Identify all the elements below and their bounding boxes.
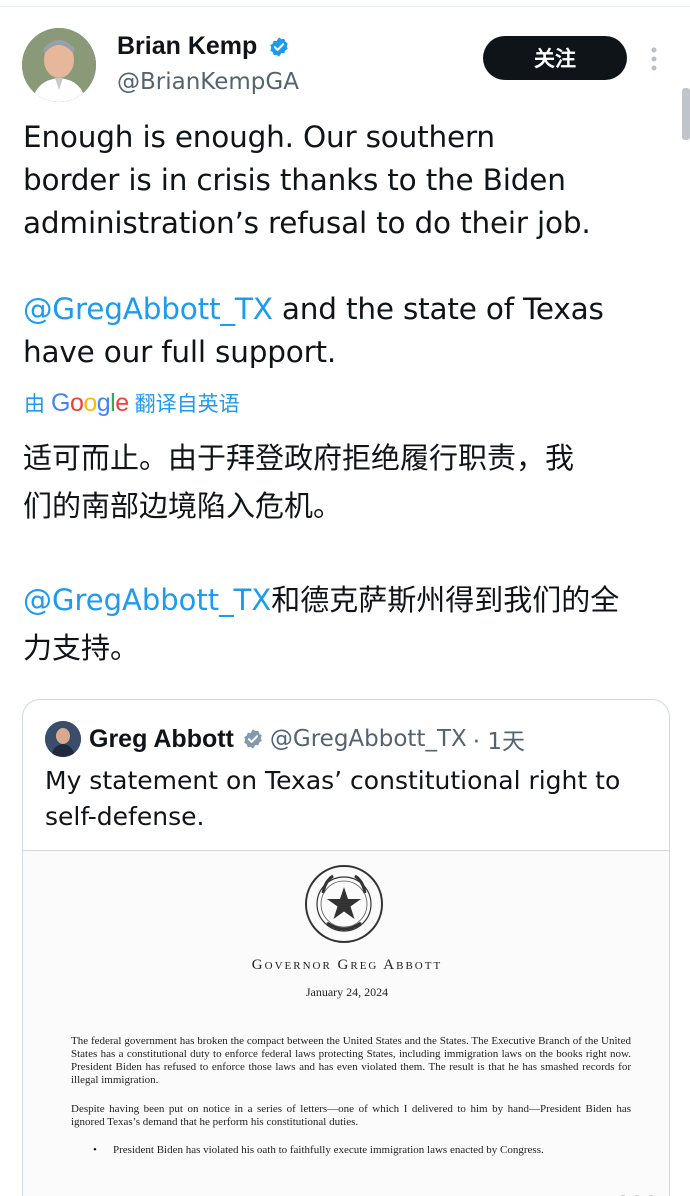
follow-button[interactable]: 关注 bbox=[483, 36, 627, 80]
tweet-line: have our full support. bbox=[23, 335, 337, 369]
document-date: January 24, 2024 bbox=[305, 985, 389, 999]
quoted-tweet-header: Greg Abbott @GregAbbott_TX · 1天 bbox=[45, 720, 525, 758]
translated-line: @GregAbbott_TX和德克萨斯州得到我们的全 bbox=[23, 576, 669, 624]
state-seal-icon bbox=[305, 865, 383, 943]
translated-line: 们的南部边境陷入危机。 bbox=[23, 489, 343, 523]
translation-attribution[interactable]: 由 Google 翻译自英语 bbox=[24, 388, 240, 418]
tweet-header: Brian Kemp @BrianKempGA 关注 bbox=[22, 28, 668, 102]
google-logo: Google bbox=[51, 388, 129, 417]
author-avatar[interactable] bbox=[22, 28, 96, 102]
translated-text: 适可而止。由于拜登政府拒绝履行职责，我 们的南部边境陷入危机。 @GregAbb… bbox=[23, 434, 669, 672]
document-bullet-text: President Biden has violated his oath to… bbox=[113, 1144, 544, 1156]
tweet-line: administration’s refusal to do their job… bbox=[23, 206, 591, 240]
translation-suffix: 翻译自英语 bbox=[134, 392, 240, 416]
tweet-line: border is in crisis thanks to the Biden bbox=[23, 163, 566, 197]
scrollbar-thumb[interactable] bbox=[682, 88, 690, 140]
attached-document-image[interactable]: Governor Greg Abbott January 24, 2024 Th… bbox=[23, 850, 669, 1196]
translated-line-rest: 和德克萨斯州得到我们的全 bbox=[271, 583, 620, 617]
quoted-author-avatar[interactable] bbox=[45, 721, 81, 757]
document-title: Governor Greg Abbott bbox=[251, 957, 443, 973]
top-divider bbox=[0, 6, 690, 7]
author-display-name[interactable]: Brian Kemp bbox=[117, 32, 257, 61]
page-dots bbox=[620, 1186, 680, 1196]
document-paragraph: Despite having been put on notice in a s… bbox=[71, 1103, 631, 1128]
tweet-line: Enough is enough. Our southern bbox=[23, 120, 495, 154]
translation-prefix: 由 bbox=[24, 392, 45, 416]
author-handle[interactable]: @BrianKempGA bbox=[117, 69, 299, 95]
quoted-timestamp[interactable]: · 1天 bbox=[473, 722, 525, 756]
quoted-text: My statement on Texas’ constitutional ri… bbox=[45, 766, 621, 831]
verified-badge-icon bbox=[244, 729, 262, 749]
quoted-handle[interactable]: @GregAbbott_TX bbox=[270, 726, 467, 752]
tweet-line-rest: and the state of Texas bbox=[272, 292, 604, 326]
mention-link[interactable]: @GregAbbott_TX bbox=[23, 583, 271, 617]
translated-line: 力支持。 bbox=[23, 631, 140, 665]
bullet-icon: • bbox=[93, 1144, 97, 1156]
translated-line: 适可而止。由于拜登政府拒绝履行职责，我 bbox=[23, 441, 575, 475]
tweet-line: @GregAbbott_TX and the state of Texas bbox=[23, 288, 663, 331]
quoted-tweet[interactable]: Greg Abbott @GregAbbott_TX · 1天 My state… bbox=[22, 699, 670, 1196]
verified-badge-icon bbox=[270, 36, 289, 57]
document-paragraph: The federal government has broken the co… bbox=[71, 1035, 631, 1086]
quoted-display-name[interactable]: Greg Abbott bbox=[89, 725, 234, 754]
more-vertical-icon[interactable] bbox=[644, 44, 664, 74]
mention-link[interactable]: @GregAbbott_TX bbox=[23, 292, 273, 326]
tweet-text: Enough is enough. Our southern border is… bbox=[23, 116, 663, 374]
